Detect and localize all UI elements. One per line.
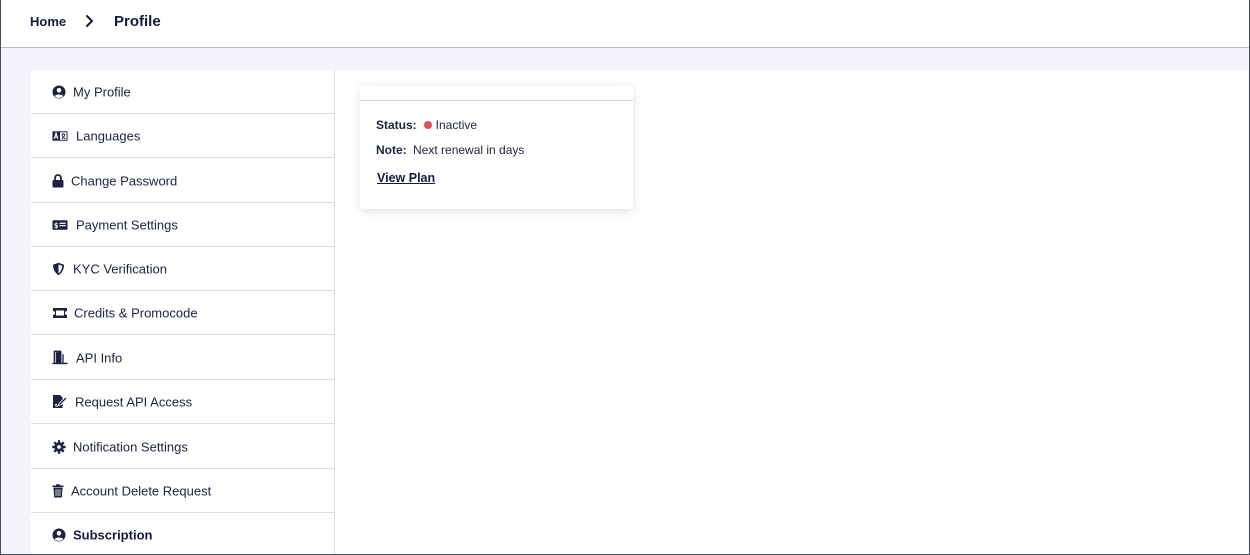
sidebar-item-label: API Info [76, 350, 123, 365]
sidebar-item-label: Notification Settings [73, 439, 188, 454]
app-window: Home Profile My Profile Languages Change… [0, 0, 1250, 555]
sidebar-item-label: Account Delete Request [71, 483, 212, 498]
user-circle-icon [52, 84, 68, 100]
sidebar-item-label: Languages [76, 128, 141, 143]
sidebar-item-change-password[interactable]: Change Password [31, 159, 334, 203]
status-row: Status: Inactive [376, 118, 477, 132]
sidebar-item-languages[interactable]: Languages [31, 114, 334, 158]
sidebar-item-label: Payment Settings [76, 217, 178, 232]
sidebar-item-label: Credits & Promocode [74, 305, 198, 320]
sidebar-item-request-api-access[interactable]: Request API Access [31, 380, 334, 424]
sidebar-item-my-profile[interactable]: My Profile [31, 70, 334, 114]
user-circle-icon [52, 527, 68, 543]
door-open-icon [52, 350, 68, 366]
sidebar-item-subscription[interactable]: Subscription [31, 513, 334, 554]
breadcrumb-home-link[interactable]: Home [30, 14, 66, 29]
status-value: Inactive [435, 118, 478, 132]
sidebar-item-credits-promocode[interactable]: Credits & Promocode [31, 291, 334, 335]
view-plan-link[interactable]: View Plan [377, 171, 435, 185]
note-value: Next renewal in days [413, 143, 525, 157]
sidebar-item-account-delete-request[interactable]: Account Delete Request [31, 469, 334, 513]
sidebar-item-label: Subscription [73, 527, 153, 543]
note-row: Note: Next renewal in days [376, 143, 524, 157]
status-label: Status: [376, 118, 417, 132]
status-dot-icon [423, 121, 432, 129]
card-header [360, 86, 633, 101]
gear-icon [52, 439, 68, 455]
money-card-icon: $ [52, 217, 68, 233]
edit-document-icon [52, 394, 68, 410]
chevron-right-icon [86, 15, 93, 27]
ticket-icon [52, 305, 68, 321]
svg-text:$: $ [54, 221, 59, 229]
sidebar-item-kyc-verification[interactable]: KYC Verification [31, 247, 334, 291]
sidebar-item-api-info[interactable]: API Info [31, 336, 334, 380]
sidebar-item-label: My Profile [73, 84, 131, 99]
top-bar: Home Profile [1, 0, 1249, 48]
sidebar-item-notification-settings[interactable]: Notification Settings [31, 425, 334, 469]
shield-icon [52, 261, 68, 277]
language-icon [52, 128, 68, 144]
sidebar-item-label: Change Password [71, 173, 178, 188]
breadcrumb-current: Profile [114, 13, 161, 30]
subscription-card: Status: Inactive Note: Next renewal in d… [360, 86, 633, 209]
sidebar-item-label: Request API Access [75, 394, 193, 409]
trash-icon [52, 483, 68, 499]
sidebar-item-label: KYC Verification [73, 261, 167, 276]
sidebar-item-payment-settings[interactable]: $ Payment Settings [31, 203, 334, 247]
lock-icon [52, 173, 68, 189]
profile-sidebar: My Profile Languages Change Password $ P… [31, 70, 335, 554]
note-label: Note: [376, 143, 407, 157]
